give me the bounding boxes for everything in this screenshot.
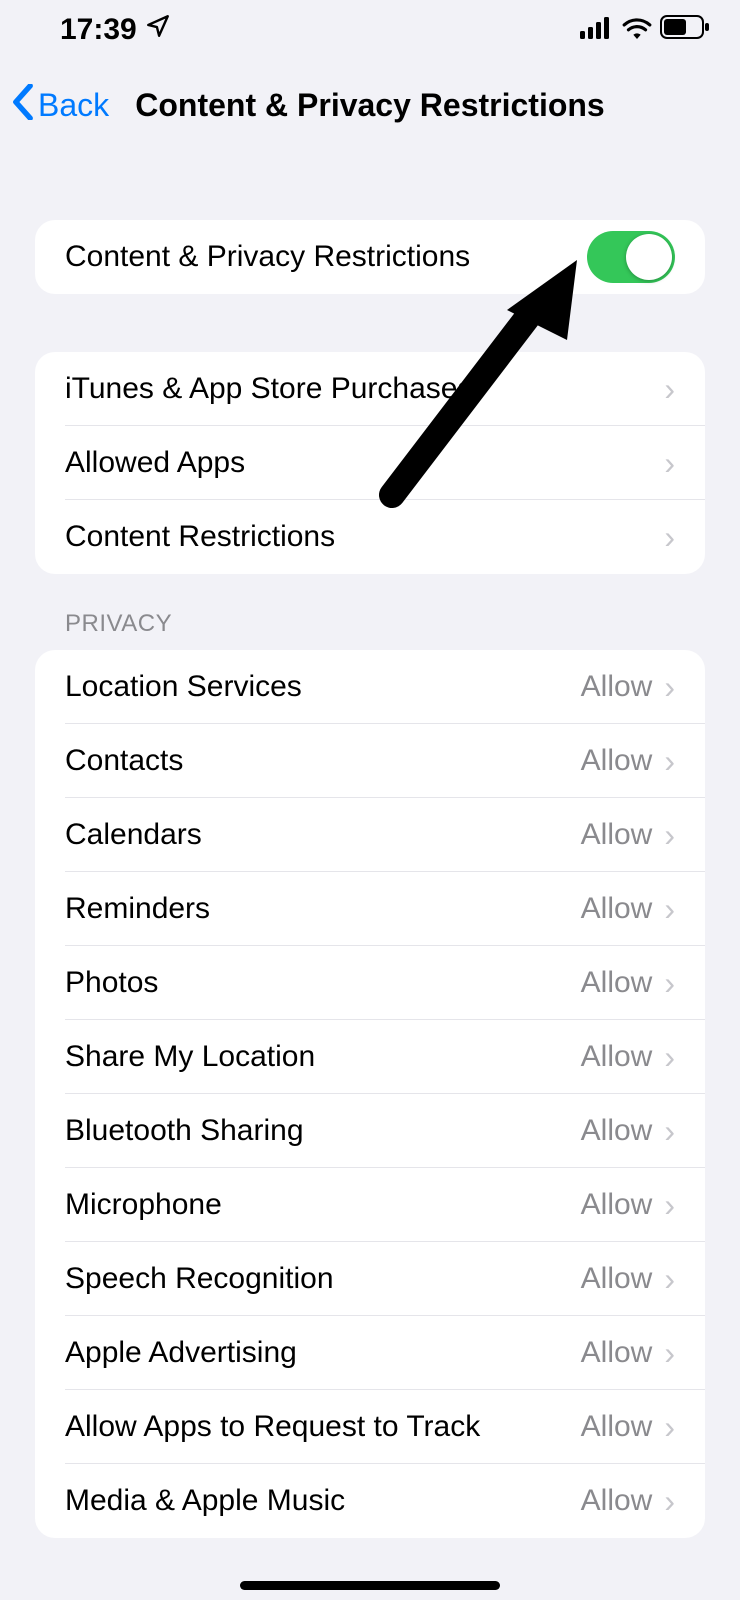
- home-indicator: [240, 1581, 500, 1590]
- row-apple-advertising[interactable]: Apple Advertising Allow ›: [35, 1316, 705, 1390]
- row-media-apple-music[interactable]: Media & Apple Music Allow ›: [35, 1464, 705, 1538]
- chevron-left-icon: [12, 84, 34, 127]
- chevron-right-icon: ›: [664, 819, 675, 851]
- row-reminders[interactable]: Reminders Allow ›: [35, 872, 705, 946]
- row-content-restrictions[interactable]: Content Restrictions ›: [35, 500, 705, 574]
- chevron-right-icon: ›: [664, 1041, 675, 1073]
- row-value: Allow: [581, 966, 653, 1000]
- chevron-right-icon: ›: [664, 893, 675, 925]
- chevron-right-icon: ›: [664, 447, 675, 479]
- back-button[interactable]: Back: [12, 84, 109, 127]
- back-label: Back: [38, 87, 109, 124]
- row-label: Bluetooth Sharing: [65, 1114, 581, 1148]
- row-label: Allowed Apps: [65, 446, 664, 480]
- row-label: Allow Apps to Request to Track: [65, 1410, 581, 1444]
- row-label: Microphone: [65, 1188, 581, 1222]
- row-label: iTunes & App Store Purchases: [65, 372, 664, 406]
- row-label: Content & Privacy Restrictions: [65, 240, 587, 274]
- row-value: Allow: [581, 1484, 653, 1518]
- row-label: Apple Advertising: [65, 1336, 581, 1370]
- row-value: Allow: [581, 1188, 653, 1222]
- row-allow-apps-to-track[interactable]: Allow Apps to Request to Track Allow ›: [35, 1390, 705, 1464]
- row-label: Media & Apple Music: [65, 1484, 581, 1518]
- group-toggle: Content & Privacy Restrictions: [35, 220, 705, 294]
- row-share-my-location[interactable]: Share My Location Allow ›: [35, 1020, 705, 1094]
- row-label: Share My Location: [65, 1040, 581, 1074]
- status-right: [580, 13, 710, 47]
- status-time: 17:39: [60, 13, 137, 47]
- chevron-right-icon: ›: [664, 671, 675, 703]
- row-location-services[interactable]: Location Services Allow ›: [35, 650, 705, 724]
- row-value: Allow: [581, 892, 653, 926]
- wifi-icon: [622, 13, 652, 47]
- page-title: Content & Privacy Restrictions: [135, 87, 604, 124]
- row-calendars[interactable]: Calendars Allow ›: [35, 798, 705, 872]
- row-label: Speech Recognition: [65, 1262, 581, 1296]
- chevron-right-icon: ›: [664, 967, 675, 999]
- row-value: Allow: [581, 1040, 653, 1074]
- row-allowed-apps[interactable]: Allowed Apps ›: [35, 426, 705, 500]
- battery-icon: [660, 13, 710, 47]
- row-bluetooth-sharing[interactable]: Bluetooth Sharing Allow ›: [35, 1094, 705, 1168]
- row-label: Photos: [65, 966, 581, 1000]
- toggle-content-privacy[interactable]: [587, 231, 675, 283]
- chevron-right-icon: ›: [664, 521, 675, 553]
- row-itunes-purchases[interactable]: iTunes & App Store Purchases ›: [35, 352, 705, 426]
- group-privacy: Location Services Allow › Contacts Allow…: [35, 650, 705, 1538]
- row-label: Reminders: [65, 892, 581, 926]
- location-icon: [145, 13, 171, 47]
- status-left: 17:39: [60, 13, 171, 47]
- row-label: Calendars: [65, 818, 581, 852]
- row-value: Allow: [581, 818, 653, 852]
- chevron-right-icon: ›: [664, 1485, 675, 1517]
- chevron-right-icon: ›: [664, 1263, 675, 1295]
- row-speech-recognition[interactable]: Speech Recognition Allow ›: [35, 1242, 705, 1316]
- row-photos[interactable]: Photos Allow ›: [35, 946, 705, 1020]
- group-header-privacy: PRIVACY: [35, 574, 705, 650]
- status-bar: 17:39: [0, 0, 740, 60]
- row-value: Allow: [581, 1114, 653, 1148]
- row-value: Allow: [581, 670, 653, 704]
- nav-bar: Back Content & Privacy Restrictions: [0, 60, 740, 150]
- row-microphone[interactable]: Microphone Allow ›: [35, 1168, 705, 1242]
- chevron-right-icon: ›: [664, 1115, 675, 1147]
- toggle-knob: [626, 234, 672, 280]
- row-value: Allow: [581, 1262, 653, 1296]
- row-content-privacy-toggle[interactable]: Content & Privacy Restrictions: [35, 220, 705, 294]
- row-value: Allow: [581, 744, 653, 778]
- chevron-right-icon: ›: [664, 1337, 675, 1369]
- row-value: Allow: [581, 1336, 653, 1370]
- group-main: iTunes & App Store Purchases › Allowed A…: [35, 352, 705, 574]
- chevron-right-icon: ›: [664, 745, 675, 777]
- chevron-right-icon: ›: [664, 373, 675, 405]
- chevron-right-icon: ›: [664, 1411, 675, 1443]
- row-label: Location Services: [65, 670, 581, 704]
- cellular-icon: [580, 13, 614, 47]
- row-value: Allow: [581, 1410, 653, 1444]
- row-label: Contacts: [65, 744, 581, 778]
- row-label: Content Restrictions: [65, 520, 664, 554]
- row-contacts[interactable]: Contacts Allow ›: [35, 724, 705, 798]
- chevron-right-icon: ›: [664, 1189, 675, 1221]
